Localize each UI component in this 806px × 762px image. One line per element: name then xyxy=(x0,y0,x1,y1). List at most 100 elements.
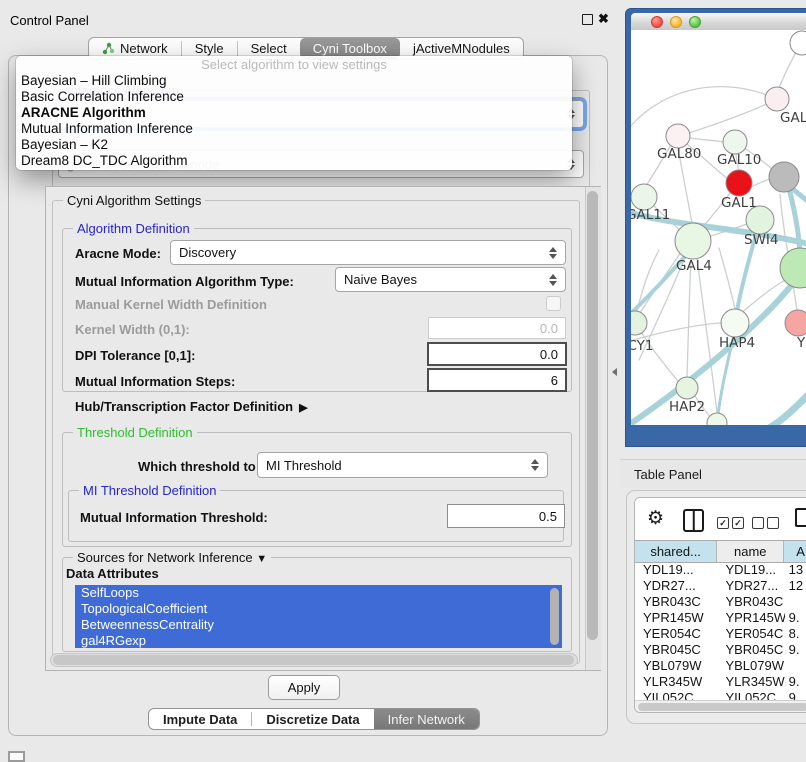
table-row[interactable]: YPR145WYPR145W9. xyxy=(635,610,806,626)
table-body: YDL19...YDL19...13YDR27...YDR27...12YBR0… xyxy=(635,562,806,700)
data-attribute-item[interactable]: gal4RGexp xyxy=(75,633,562,648)
bottom-tab-discretize-data[interactable]: Discretize Data xyxy=(252,709,373,729)
table-row[interactable]: YDR27...YDR27...12 xyxy=(635,578,806,594)
network-edge[interactable] xyxy=(689,99,777,133)
collapse-down-icon[interactable]: ▼ xyxy=(256,553,267,565)
dpi-tolerance-field[interactable]: 0.0 xyxy=(427,342,567,366)
network-node-gcy1[interactable] xyxy=(631,311,647,335)
dropdown-item[interactable]: Bayesian – K2 xyxy=(16,137,572,153)
network-node-y[interactable] xyxy=(785,310,806,336)
dropdown-item[interactable]: Bayesian – Hill Climbing xyxy=(16,73,572,89)
dropdown-item[interactable]: Mutual Information Inference xyxy=(16,121,572,137)
table-cell: YER054C xyxy=(635,626,717,642)
algorithm-definition-title: Algorithm Definition xyxy=(73,221,194,236)
which-threshold-value: MI Threshold xyxy=(266,458,342,473)
table-cell: 9. xyxy=(785,610,806,626)
sources-group-title[interactable]: Sources for Network Inference ▼ xyxy=(73,550,271,565)
network-node-hap2[interactable] xyxy=(676,377,698,399)
network-edge[interactable] xyxy=(751,179,770,187)
split-columns-icon[interactable] xyxy=(683,509,704,532)
network-node-gal[interactable] xyxy=(765,87,789,111)
kernel-width-value: 0.0 xyxy=(540,321,558,336)
cyni-bottom-tabs: Impute DataDiscretize DataInfer Network xyxy=(148,708,480,730)
settings-vscrollbar-thumb[interactable] xyxy=(587,191,598,640)
column-header[interactable]: A xyxy=(784,541,806,562)
network-canvas[interactable]: GALGAL80GAL10GAL1GAL11SWI4GAL4GCY1HAP4YH… xyxy=(631,30,806,425)
tab-label: jActiveMNodules xyxy=(413,41,510,56)
minimize-window-icon[interactable] xyxy=(670,16,682,28)
dropdown-item[interactable]: ARACNE Algorithm xyxy=(16,105,572,121)
control-panel: Control Panel ✖ NetworkStyleSelectCyni T… xyxy=(0,0,620,762)
minimized-panel-icon[interactable] xyxy=(8,751,25,762)
network-view-window[interactable]: GALGAL80GAL10GAL1GAL11SWI4GAL4GCY1HAP4YH… xyxy=(625,8,806,447)
node-label: GAL11 xyxy=(631,207,670,223)
mi-threshold-field[interactable]: 0.5 xyxy=(447,504,565,528)
table-cell: YPR145W xyxy=(717,610,784,626)
network-edge[interactable] xyxy=(687,259,691,377)
column-header[interactable]: shared... xyxy=(635,541,717,562)
table-cell: 8. xyxy=(785,626,806,642)
data-attribute-item[interactable]: BetweennessCentrality xyxy=(75,617,562,633)
close-window-icon[interactable] xyxy=(651,16,663,28)
table-cell: YIL052C xyxy=(635,690,717,700)
data-attributes-list[interactable]: SelfLoopsTopologicalCoefficientBetweenne… xyxy=(75,585,562,648)
manual-kernel-checkbox[interactable] xyxy=(546,296,561,311)
network-window-titlebar[interactable] xyxy=(631,13,806,31)
hub-definition-expander[interactable]: Hub/Transcription Factor Definition▶ xyxy=(75,399,308,414)
table-row[interactable]: YBR043CYBR043C xyxy=(635,594,806,610)
threshold-definition-title: Threshold Definition xyxy=(73,425,197,440)
network-node-gal1[interactable] xyxy=(726,170,752,196)
bottom-tab-impute-data[interactable]: Impute Data xyxy=(149,709,251,729)
network-node-gal10[interactable] xyxy=(723,130,747,154)
network-edge[interactable] xyxy=(697,259,717,413)
table-row[interactable]: YIL052CYIL052C9. xyxy=(635,690,806,700)
column-header[interactable]: name xyxy=(717,541,784,562)
aracne-mode-combo[interactable]: Discovery xyxy=(170,240,566,265)
table-cell xyxy=(785,658,806,674)
table-row[interactable]: YER054CYER054C8. xyxy=(635,626,806,642)
network-node[interactable] xyxy=(707,413,727,425)
mi-steps-field[interactable]: 6 xyxy=(427,368,567,392)
network-edge[interactable] xyxy=(719,248,735,309)
deselect-all-icon[interactable] xyxy=(752,513,779,531)
network-node[interactable] xyxy=(769,162,799,192)
zoom-window-icon[interactable] xyxy=(689,16,701,28)
mi-type-value: Naive Bayes xyxy=(344,272,417,287)
settings-hscrollbar-thumb[interactable] xyxy=(53,655,574,665)
expand-right-icon[interactable]: ▶ xyxy=(299,401,307,414)
data-attribute-item[interactable]: SelfLoops xyxy=(75,585,562,601)
table-row[interactable]: YLR345WYLR345W9. xyxy=(635,674,806,690)
network-edge[interactable] xyxy=(689,138,724,142)
network-node-gal4[interactable] xyxy=(675,223,711,259)
export-table-icon[interactable] xyxy=(795,508,806,527)
apply-button[interactable]: Apply xyxy=(268,675,340,700)
network-node-gal80[interactable] xyxy=(666,124,690,148)
dropdown-item[interactable]: Basic Correlation Inference xyxy=(16,89,572,105)
table-row[interactable]: YDL19...YDL19...13 xyxy=(635,562,806,578)
table-row[interactable]: YBR045CYBR045C9. xyxy=(635,642,806,658)
combo-stepper-icon xyxy=(543,247,557,259)
network-edge[interactable] xyxy=(769,394,806,425)
close-panel-icon[interactable]: ✖ xyxy=(598,11,609,27)
network-node[interactable] xyxy=(790,31,806,55)
table-cell: YDR27... xyxy=(717,578,784,594)
dpi-tolerance-label: DPI Tolerance [0,1]: xyxy=(75,348,195,363)
attributes-list-scrollbar[interactable] xyxy=(550,588,559,645)
kernel-width-field[interactable]: 0.0 xyxy=(428,317,566,339)
table-cell: YLR345W xyxy=(717,674,784,690)
table-hscrollbar-thumb[interactable] xyxy=(638,703,806,711)
network-node[interactable] xyxy=(780,248,806,288)
splitter-handle-icon[interactable] xyxy=(612,368,617,376)
table-row[interactable]: YBL079WYBL079W xyxy=(635,658,806,674)
bottom-tab-infer-network[interactable]: Infer Network xyxy=(374,709,479,729)
float-window-icon[interactable] xyxy=(582,14,593,25)
data-attribute-item[interactable]: TopologicalCoefficient xyxy=(75,601,562,617)
network-node-hap4[interactable] xyxy=(721,309,749,337)
select-all-checks-icon[interactable]: ✓✓ xyxy=(717,513,744,531)
dropdown-item[interactable]: Dream8 DC_TDC Algorithm xyxy=(16,153,572,169)
mi-type-combo[interactable]: Naive Bayes xyxy=(335,267,566,292)
table-hscrollbar-track[interactable] xyxy=(635,700,806,713)
screen: { "colors": { "selection_blue": "#3e6bd5… xyxy=(0,0,806,762)
which-threshold-combo[interactable]: MI Threshold xyxy=(257,452,548,478)
gear-icon[interactable]: ⚙ xyxy=(647,509,664,528)
